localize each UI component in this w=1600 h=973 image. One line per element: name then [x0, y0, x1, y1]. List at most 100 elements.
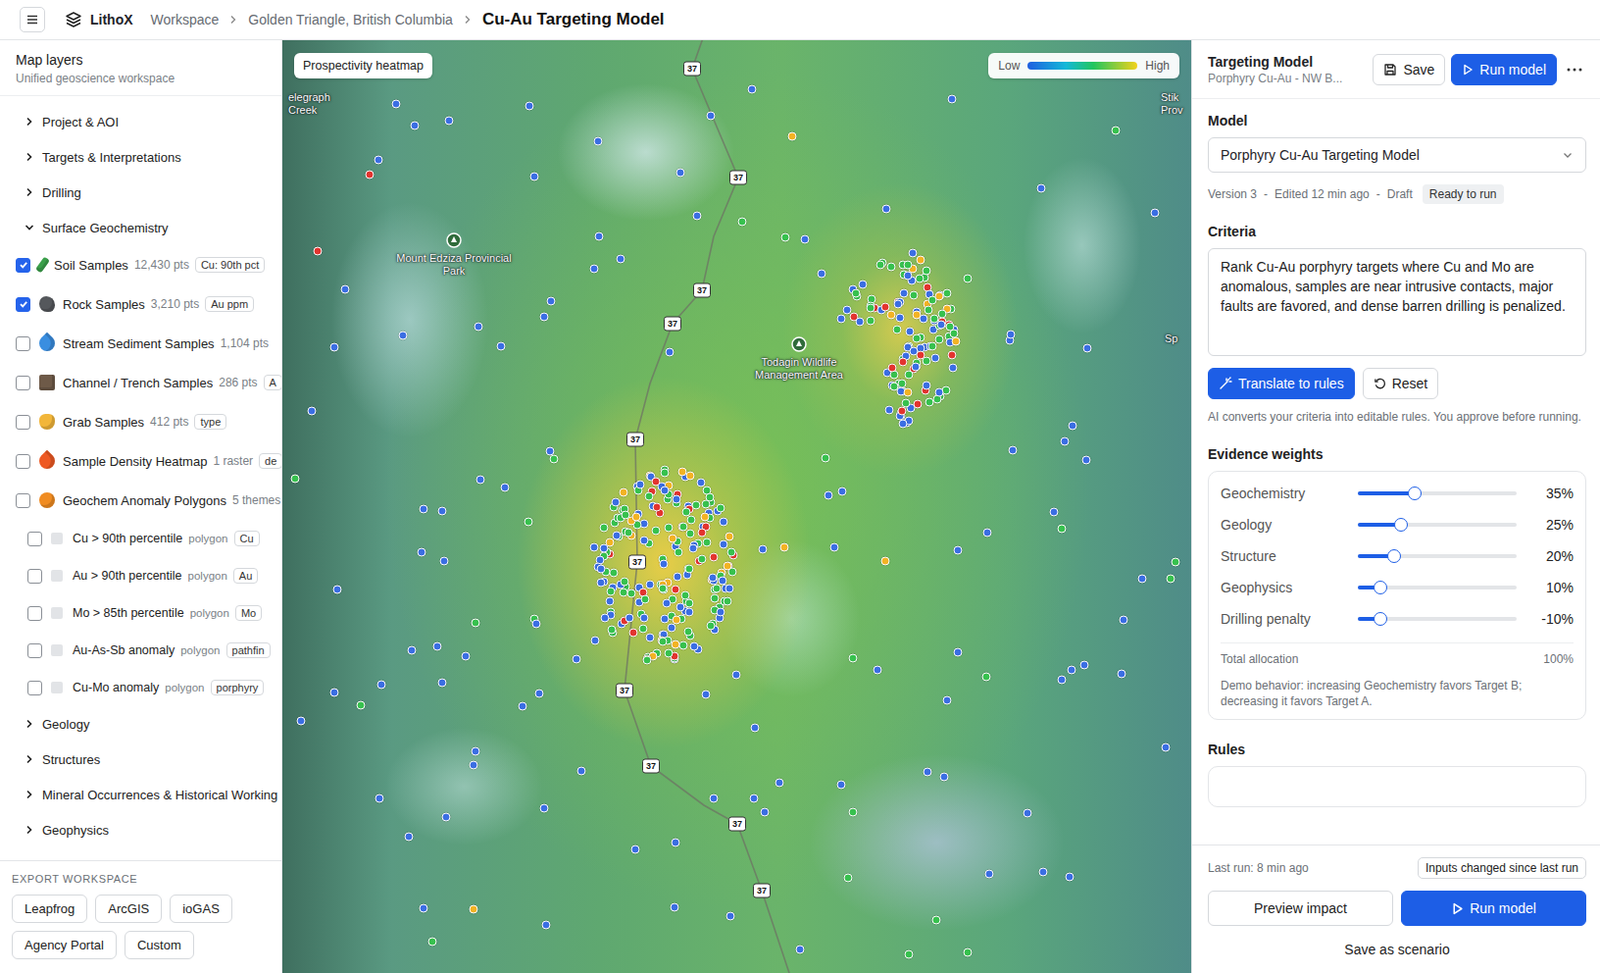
sample-point[interactable]	[915, 274, 925, 284]
sample-point[interactable]	[716, 502, 726, 512]
sample-point[interactable]	[596, 563, 605, 573]
sample-point[interactable]	[705, 111, 715, 121]
sample-point[interactable]	[1117, 668, 1127, 678]
sample-point[interactable]	[696, 478, 705, 488]
sample-point[interactable]	[726, 548, 736, 557]
rule-card[interactable]	[1207, 765, 1587, 807]
sample-point[interactable]	[719, 540, 729, 550]
sample-point[interactable]	[684, 606, 694, 616]
sample-point[interactable]	[651, 502, 661, 512]
sample-point[interactable]	[416, 548, 426, 557]
sample-point[interactable]	[333, 584, 343, 594]
sample-point[interactable]	[1037, 183, 1047, 193]
breadcrumb[interactable]: Workspace	[150, 11, 220, 28]
sample-point[interactable]	[663, 523, 673, 533]
sample-point[interactable]	[1022, 807, 1032, 817]
sample-point[interactable]	[904, 369, 914, 379]
sample-point[interactable]	[659, 486, 669, 496]
sample-point[interactable]	[902, 388, 912, 398]
sample-point[interactable]	[620, 576, 630, 586]
sample-point[interactable]	[1150, 207, 1160, 217]
sample-point[interactable]	[685, 599, 695, 608]
checkbox[interactable]	[15, 493, 31, 508]
sample-point[interactable]	[898, 356, 907, 366]
sample-point[interactable]	[931, 353, 941, 363]
sample-point[interactable]	[590, 263, 600, 273]
sample-point[interactable]	[688, 544, 698, 553]
sample-point[interactable]	[681, 507, 691, 517]
sample-point[interactable]	[620, 509, 630, 519]
sample-point[interactable]	[902, 271, 912, 281]
sample-point[interactable]	[670, 837, 680, 847]
sample-point[interactable]	[837, 486, 847, 496]
sample-point[interactable]	[629, 628, 639, 638]
sample-point[interactable]	[836, 314, 846, 324]
sample-point[interactable]	[676, 601, 686, 611]
sample-point[interactable]	[709, 793, 719, 802]
sample-point[interactable]	[635, 479, 645, 489]
sample-point[interactable]	[610, 498, 620, 507]
sample-point[interactable]	[691, 500, 700, 509]
heatmap-chip[interactable]: Prospectivity heatmap	[294, 52, 433, 79]
sample-point[interactable]	[795, 945, 804, 954]
sample-point[interactable]	[616, 254, 626, 264]
sample-point[interactable]	[307, 406, 317, 416]
sample-point[interactable]	[760, 806, 770, 816]
sample-point[interactable]	[848, 652, 857, 662]
sample-point[interactable]	[985, 868, 995, 878]
sample-point[interactable]	[1007, 445, 1017, 454]
sample-point[interactable]	[725, 532, 735, 542]
sample-point[interactable]	[885, 405, 895, 415]
sample-point[interactable]	[432, 641, 442, 650]
sample-point[interactable]	[409, 120, 419, 130]
sample-point[interactable]	[897, 405, 906, 415]
sample-point[interactable]	[887, 362, 897, 372]
sample-point[interactable]	[296, 716, 305, 726]
sample-point[interactable]	[659, 558, 669, 568]
sample-point[interactable]	[939, 772, 949, 782]
sample-point[interactable]	[650, 525, 660, 535]
sample-point[interactable]	[660, 467, 670, 477]
sample-point[interactable]	[667, 534, 677, 544]
checkbox[interactable]	[27, 605, 43, 621]
sample-point[interactable]	[929, 313, 939, 323]
sample-point[interactable]	[943, 696, 952, 705]
sample-point[interactable]	[817, 268, 827, 278]
sample-point[interactable]	[1166, 574, 1176, 584]
sample-point[interactable]	[407, 646, 417, 655]
sample-point[interactable]	[678, 640, 688, 650]
sample-point[interactable]	[882, 204, 892, 214]
layer-group[interactable]: Geology	[0, 705, 282, 742]
weight-slider[interactable]	[1357, 616, 1517, 621]
sample-point[interactable]	[607, 624, 617, 634]
sample-point[interactable]	[683, 626, 693, 636]
sample-point[interactable]	[572, 654, 582, 664]
sample-point[interactable]	[624, 613, 634, 623]
sample-point[interactable]	[927, 341, 937, 350]
sample-point[interactable]	[643, 655, 652, 665]
weight-slider[interactable]	[1357, 585, 1517, 590]
checkbox[interactable]	[27, 568, 43, 584]
sample-point[interactable]	[640, 536, 650, 546]
sample-point[interactable]	[1119, 614, 1129, 624]
layer-group[interactable]: Surface Geochemistry	[0, 209, 282, 246]
layer-group[interactable]: Geophysics	[0, 811, 282, 848]
sample-point[interactable]	[962, 948, 972, 957]
sample-point[interactable]	[664, 348, 674, 357]
sample-point[interactable]	[886, 262, 896, 272]
sample-point[interactable]	[774, 777, 784, 787]
sample-point[interactable]	[604, 596, 614, 605]
sample-point[interactable]	[749, 793, 758, 802]
sample-point[interactable]	[658, 584, 668, 594]
sample-point[interactable]	[329, 342, 339, 351]
sample-point[interactable]	[684, 564, 694, 574]
sample-point[interactable]	[779, 542, 789, 551]
sample-point[interactable]	[1005, 329, 1015, 339]
sample-point[interactable]	[1050, 507, 1059, 517]
sample-point[interactable]	[850, 288, 860, 298]
sample-point[interactable]	[595, 232, 604, 242]
sample-point[interactable]	[438, 677, 448, 687]
sample-point[interactable]	[865, 315, 875, 325]
run-model-button[interactable]: Run model	[1450, 53, 1557, 86]
sample-point[interactable]	[626, 588, 636, 598]
